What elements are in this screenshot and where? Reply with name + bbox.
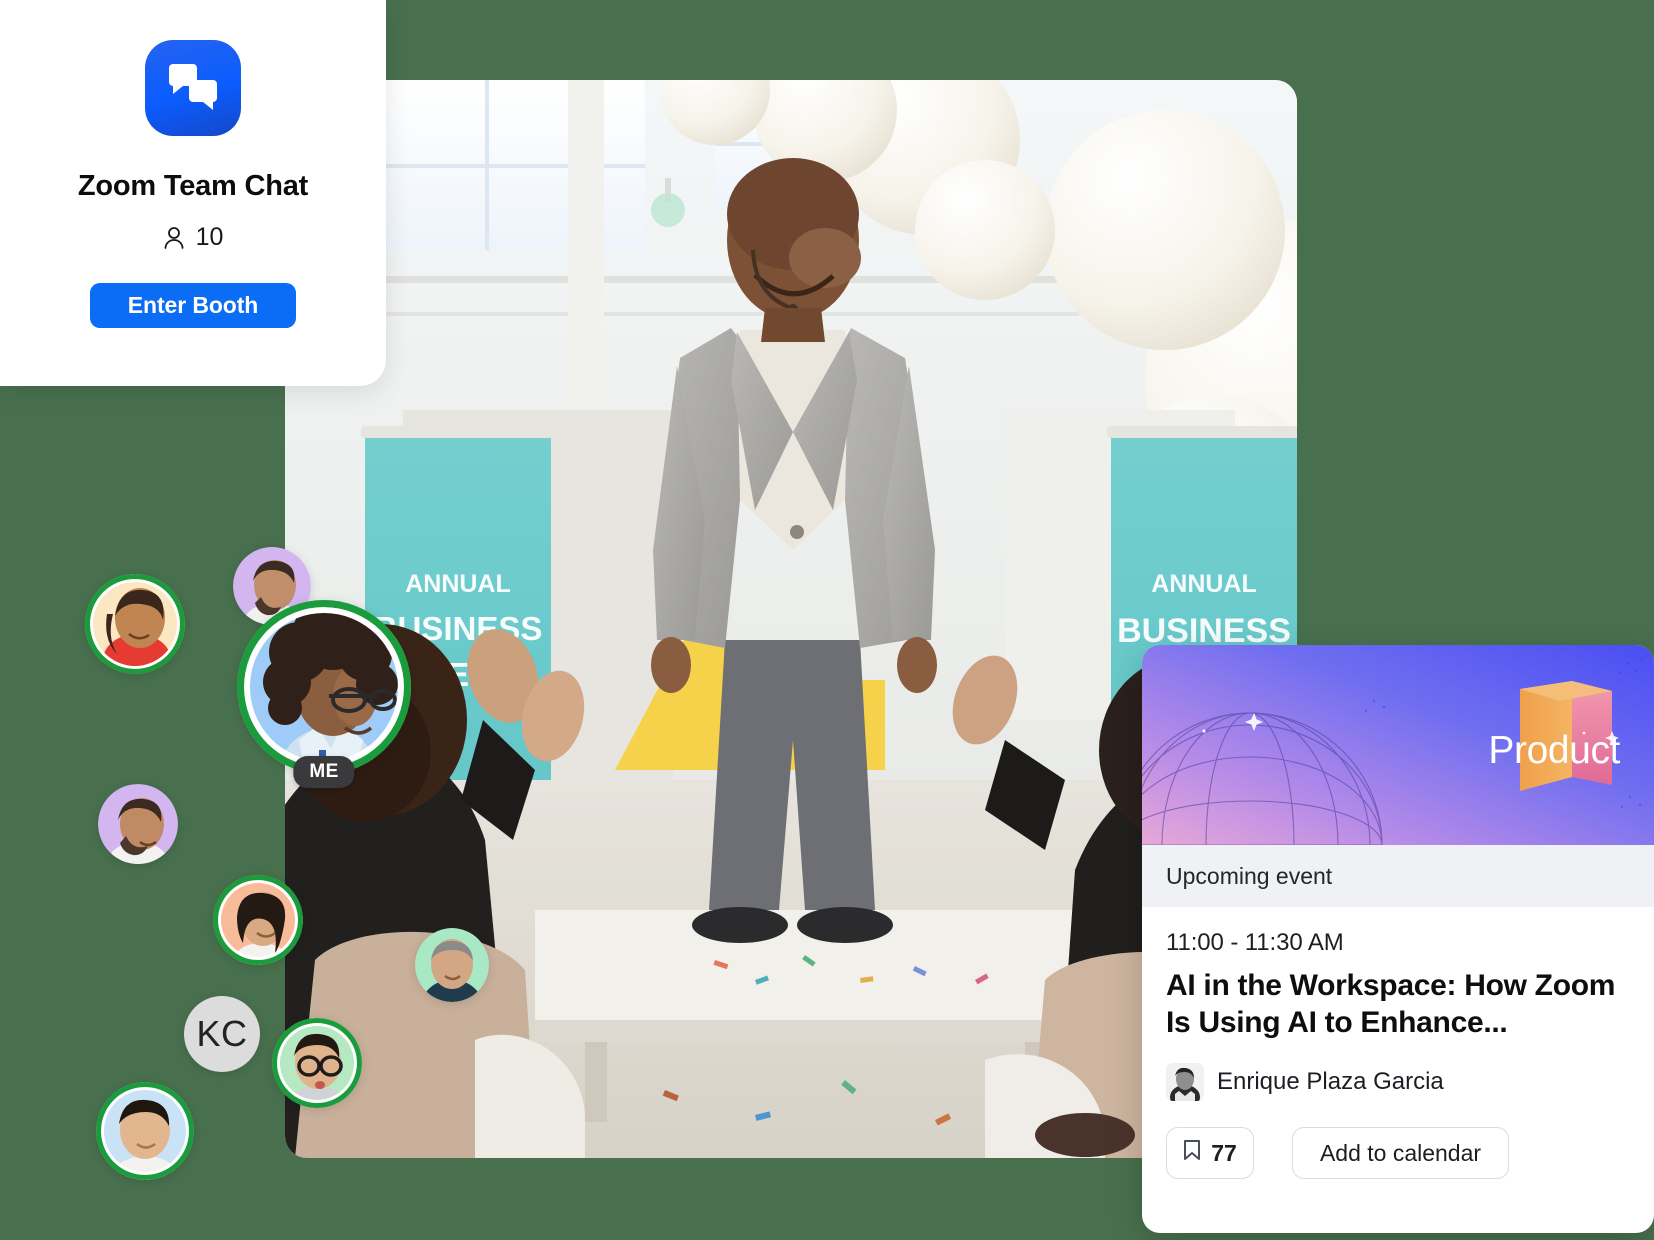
avatar-image [85,574,185,674]
event-hero-banner: Product [1142,645,1654,845]
avatar-initials: KC [196,1013,248,1054]
enter-booth-button[interactable]: Enter Booth [90,283,296,328]
booth-participant-count: 10 [163,223,224,252]
event-actions: 77 Add to calendar [1166,1127,1630,1180]
speaker-name: Enrique Plaza Garcia [1217,1068,1444,1096]
svg-text:ANNUAL: ANNUAL [405,570,511,598]
participant-avatar-1[interactable] [85,574,185,674]
me-badge: ME [293,756,355,788]
svg-text:ANNUAL: ANNUAL [1151,570,1257,598]
avatar-image [237,600,411,774]
event-speaker: Enrique Plaza Garcia [1166,1063,1630,1102]
avatar-image [272,1018,362,1108]
avatar-image [415,928,489,1002]
event-status-strip: Upcoming event [1142,845,1654,907]
participant-count-label: 10 [195,223,224,251]
save-event-button[interactable]: 77 [1166,1127,1254,1180]
zoom-team-chat-booth-card: Zoom Team Chat 10 Enter Booth [0,0,386,386]
participant-avatar-7[interactable] [272,1018,362,1108]
participant-avatar-me[interactable]: ME [237,600,411,788]
speaker-headshot [1166,1063,1204,1102]
booth-title: Zoom Team Chat [77,170,309,202]
participant-avatar-4[interactable] [213,875,303,965]
save-count-label: 77 [1211,1139,1237,1166]
chat-bubbles-icon [145,40,241,136]
participant-avatar-3[interactable] [98,784,178,864]
event-time: 11:00 - 11:30 AM [1166,929,1344,956]
bookmark-icon [1183,1139,1201,1167]
participant-avatar-5[interactable] [415,928,489,1002]
add-to-calendar-button[interactable]: Add to calendar [1292,1127,1509,1180]
avatar-image [96,1082,194,1180]
event-status-label: Upcoming event [1166,862,1333,889]
person-icon [163,226,185,250]
avatar-image [98,784,178,864]
event-category-label: Product [1488,729,1620,772]
page-root: ANNUAL BUSINESS EVENT ANNUAL BUSINESS Zo… [0,0,1654,1240]
event-body: 11:00 - 11:30 AM AI in the Workspace: Ho… [1142,907,1654,1180]
avatar-image [213,875,303,965]
upcoming-event-card[interactable]: Product Upcoming event 11:00 - 11:30 AM … [1142,645,1654,1233]
event-title: AI in the Workspace: How Zoom Is Using A… [1166,969,1616,1040]
participant-avatar-8[interactable] [96,1082,194,1180]
participant-avatar-kc[interactable]: KC [184,996,260,1072]
